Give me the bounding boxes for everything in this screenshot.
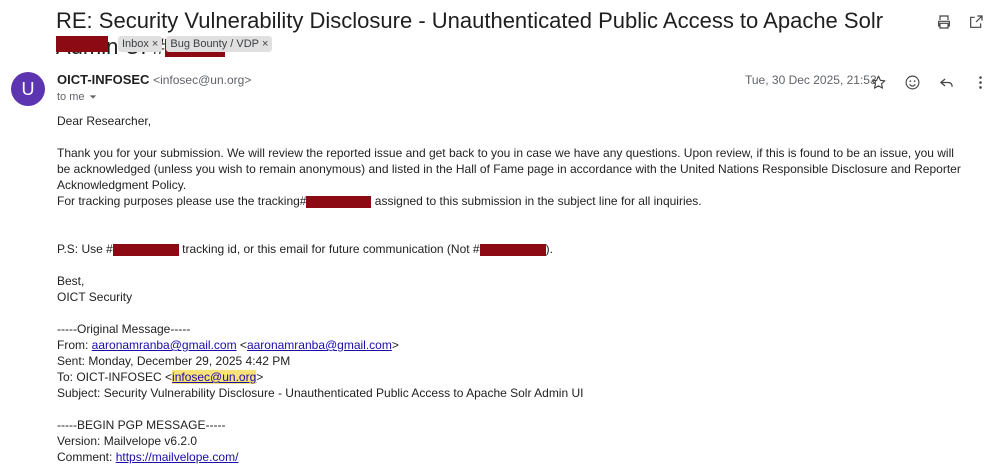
original-to: To: OICT-INFOSEC <infosec@un.org>: [57, 370, 264, 384]
redaction-block: [112, 243, 179, 256]
reply-icon[interactable]: [936, 72, 956, 92]
paragraph-ps: P.S: Use # tracking id, or this email fo…: [57, 242, 553, 256]
original-sent: Sent: Monday, December 29, 2025 4:42 PM: [57, 354, 291, 368]
label-chip-bug-bounty: Bug Bounty / VDP ×: [166, 36, 273, 52]
emoji-icon[interactable]: [902, 72, 922, 92]
print-icon[interactable]: [934, 12, 954, 32]
pgp-begin: -----BEGIN PGP MESSAGE-----: [57, 418, 226, 432]
redaction-block: [479, 243, 546, 256]
label-chip-inbox: Inbox ×: [118, 36, 163, 52]
star-icon[interactable]: [868, 72, 888, 92]
label-text: Inbox: [122, 38, 149, 50]
recipient-toggle[interactable]: to me: [57, 91, 97, 103]
label-text: Bug Bounty / VDP: [170, 38, 260, 50]
original-subject: Subject: Security Vulnerability Disclosu…: [57, 386, 584, 400]
message-date: Tue, 30 Dec 2025, 21:53: [745, 73, 877, 87]
to-email-link[interactable]: infosec@un.org: [172, 370, 257, 384]
paragraph-intro: Thank you for your submission. We will r…: [57, 146, 961, 192]
pgp-version: Version: Mailvelope v6.2.0: [57, 434, 198, 448]
original-from: From: aaronamranba@gmail.com <aaronamran…: [57, 338, 399, 352]
thread-toolbar: [934, 12, 986, 32]
signature: OICT Security: [57, 290, 133, 304]
avatar[interactable]: U: [11, 72, 45, 106]
chevron-down-icon: [89, 95, 96, 99]
more-vert-icon[interactable]: [970, 72, 990, 92]
message-actions: [868, 72, 990, 92]
open-in-new-icon[interactable]: [966, 12, 986, 32]
recipient-text: to me: [57, 91, 85, 103]
from-email-link-2[interactable]: aaronamranba@gmail.com: [247, 338, 392, 352]
sender-line: OICT-INFOSEC <infosec@un.org>: [57, 72, 251, 87]
pgp-comment: Comment: https://mailvelope.com/: [57, 450, 239, 464]
mailvelope-link[interactable]: https://mailvelope.com/: [116, 450, 239, 464]
redaction-block: [306, 195, 372, 208]
redaction-block: [56, 36, 108, 52]
greeting: Dear Researcher,: [57, 114, 152, 128]
from-email-link[interactable]: aaronamranba@gmail.com: [92, 338, 237, 352]
message-body: Dear Researcher, Thank you for your subm…: [57, 113, 962, 465]
original-message-header: -----Original Message-----: [57, 322, 191, 336]
label-chips: Inbox × Bug Bounty / VDP ×: [56, 35, 273, 53]
signoff: Best,: [57, 274, 85, 288]
remove-label-icon[interactable]: ×: [262, 36, 268, 52]
paragraph-tracking: For tracking purposes please use the tra…: [57, 194, 702, 208]
remove-label-icon[interactable]: ×: [152, 36, 158, 52]
sender-name[interactable]: OICT-INFOSEC: [57, 72, 149, 87]
sender-email: <infosec@un.org>: [153, 73, 252, 87]
